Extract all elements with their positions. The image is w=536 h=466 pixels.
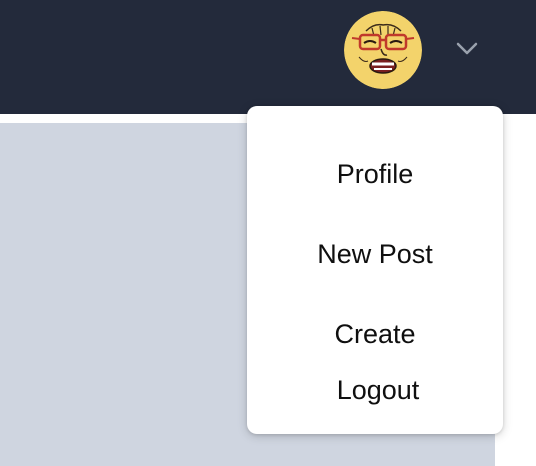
menu-item-new-post[interactable]: New Post — [247, 234, 503, 274]
page: Profile New Post Create Logout — [0, 0, 536, 466]
menu-item-logout[interactable]: Logout — [250, 370, 506, 410]
user-avatar[interactable] — [344, 11, 422, 89]
menu-item-create[interactable]: Create — [247, 314, 503, 354]
user-dropdown-menu: Profile New Post Create Logout — [247, 106, 503, 434]
top-navigation-bar — [0, 0, 536, 114]
chevron-down-icon[interactable] — [454, 38, 480, 60]
menu-item-profile[interactable]: Profile — [247, 154, 503, 194]
avatar-face-icon — [344, 11, 422, 89]
